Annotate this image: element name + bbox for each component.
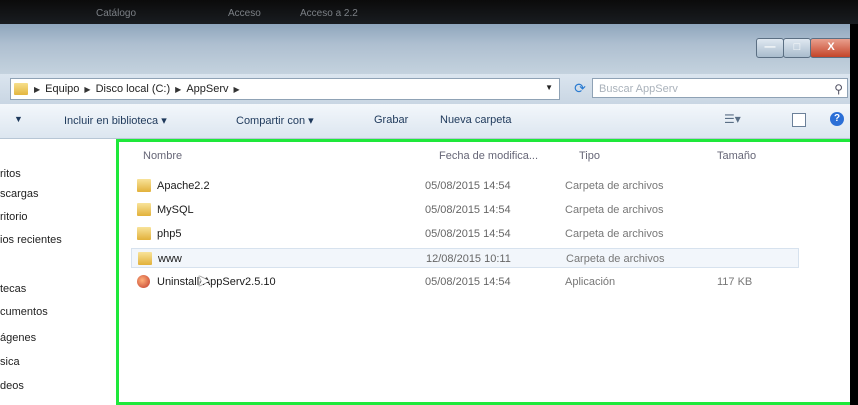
file-date: 12/08/2015 10:11 <box>426 253 511 265</box>
nav-item[interactable]: ritos <box>0 168 21 180</box>
column-header-size[interactable]: Tamaño <box>717 150 756 162</box>
desktop-text: Acceso <box>228 8 261 19</box>
help-icon[interactable]: ? <box>830 112 844 126</box>
preview-pane-icon[interactable] <box>792 113 806 127</box>
burn-button[interactable]: Grabar <box>374 114 408 126</box>
file-name: Uninstall-AppServ2.5.10 <box>157 276 276 288</box>
organize-dropdown-icon[interactable]: ▼ <box>14 114 23 124</box>
nav-item[interactable]: sica <box>0 356 20 368</box>
nav-item[interactable]: ios recientes <box>0 234 62 246</box>
search-icon[interactable]: ⚲ <box>834 79 843 99</box>
address-bar[interactable]: ▶ Equipo ▶ Disco local (C:) ▶ AppServ ▶ … <box>10 78 560 100</box>
desktop-text: Catálogo <box>96 8 137 19</box>
nav-item[interactable]: ágenes <box>0 332 36 344</box>
column-header-name[interactable]: Nombre <box>143 150 182 162</box>
explorer-window: — □ X ▶ Equipo ▶ Disco local (C:) ▶ AppS… <box>0 24 858 405</box>
breadcrumb-item[interactable]: AppServ <box>186 83 228 95</box>
file-row-hovered[interactable]: www 12/08/2015 10:11 Carpeta de archivos <box>131 248 799 268</box>
command-bar: ▼ Incluir en biblioteca ▾ Compartir con … <box>0 104 858 139</box>
nav-item[interactable]: deos <box>0 380 24 392</box>
nav-item[interactable]: ritorio <box>0 211 28 223</box>
refresh-icon[interactable]: ⟳ <box>570 78 590 98</box>
app-icon <box>137 275 150 288</box>
file-type: Carpeta de archivos <box>565 180 664 192</box>
desktop-text: Acceso a 2.2 <box>300 8 358 19</box>
file-type: Carpeta de archivos <box>565 204 664 216</box>
search-input[interactable]: Buscar AppServ ⚲ <box>592 78 848 98</box>
mouse-cursor-icon: ➤ <box>197 273 211 290</box>
file-date: 05/08/2015 14:54 <box>425 204 511 216</box>
chevron-right-icon[interactable]: ▶ <box>175 85 181 94</box>
search-placeholder: Buscar AppServ <box>599 83 678 95</box>
include-library-button[interactable]: Incluir en biblioteca ▾ <box>64 114 167 127</box>
navigation-pane: ritos scargas ritorio ios recientes teca… <box>0 139 116 405</box>
screen-edge <box>850 24 858 405</box>
file-type: Carpeta de archivos <box>565 228 664 240</box>
column-headers: Nombre Fecha de modifica... Tipo Tamaño <box>119 142 858 168</box>
folder-icon <box>14 83 28 95</box>
address-bar-row: ▶ Equipo ▶ Disco local (C:) ▶ AppServ ▶ … <box>0 74 858 104</box>
folder-icon <box>137 227 151 240</box>
window-controls: — □ X <box>756 38 852 58</box>
folder-icon <box>137 179 151 192</box>
nav-item[interactable]: tecas <box>0 283 26 295</box>
chevron-right-icon[interactable]: ▶ <box>234 85 240 94</box>
file-row[interactable]: Uninstall-AppServ2.5.10 05/08/2015 14:54… <box>131 272 799 292</box>
maximize-button[interactable]: □ <box>783 38 811 58</box>
file-name: php5 <box>157 228 182 240</box>
file-list-pane: Nombre Fecha de modifica... Tipo Tamaño … <box>116 139 858 405</box>
breadcrumb-item[interactable]: Equipo <box>45 83 79 95</box>
file-row[interactable]: Apache2.2 05/08/2015 14:54 Carpeta de ar… <box>131 176 799 196</box>
file-name: www <box>158 253 182 265</box>
close-button[interactable]: X <box>810 38 852 58</box>
file-row[interactable]: MySQL 05/08/2015 14:54 Carpeta de archiv… <box>131 200 799 220</box>
view-options-icon[interactable]: ☰▾ <box>724 112 741 128</box>
minimize-button[interactable]: — <box>756 38 784 58</box>
nav-item[interactable]: cumentos <box>0 306 48 318</box>
file-size: 117 KB <box>717 276 753 288</box>
file-date: 05/08/2015 14:54 <box>425 276 511 288</box>
nav-item[interactable]: scargas <box>0 188 39 200</box>
chevron-right-icon[interactable]: ▶ <box>84 85 90 94</box>
file-name: MySQL <box>157 204 194 216</box>
file-type: Carpeta de archivos <box>566 253 665 265</box>
breadcrumb-item[interactable]: Disco local (C:) <box>96 83 171 95</box>
folder-icon <box>138 252 152 265</box>
file-date: 05/08/2015 14:54 <box>425 180 511 192</box>
file-name: Apache2.2 <box>157 180 210 192</box>
chevron-right-icon[interactable]: ▶ <box>34 85 40 94</box>
column-header-date[interactable]: Fecha de modifica... <box>439 150 538 162</box>
folder-icon <box>137 203 151 216</box>
file-date: 05/08/2015 14:54 <box>425 228 511 240</box>
file-type: Aplicación <box>565 276 616 288</box>
title-bar: — □ X <box>0 24 858 74</box>
share-with-button[interactable]: Compartir con ▾ <box>236 114 314 127</box>
file-row[interactable]: php5 05/08/2015 14:54 Carpeta de archivo… <box>131 224 799 244</box>
new-folder-button[interactable]: Nueva carpeta <box>440 114 512 126</box>
column-header-type[interactable]: Tipo <box>579 150 600 162</box>
chevron-down-icon[interactable]: ▼ <box>545 83 553 92</box>
